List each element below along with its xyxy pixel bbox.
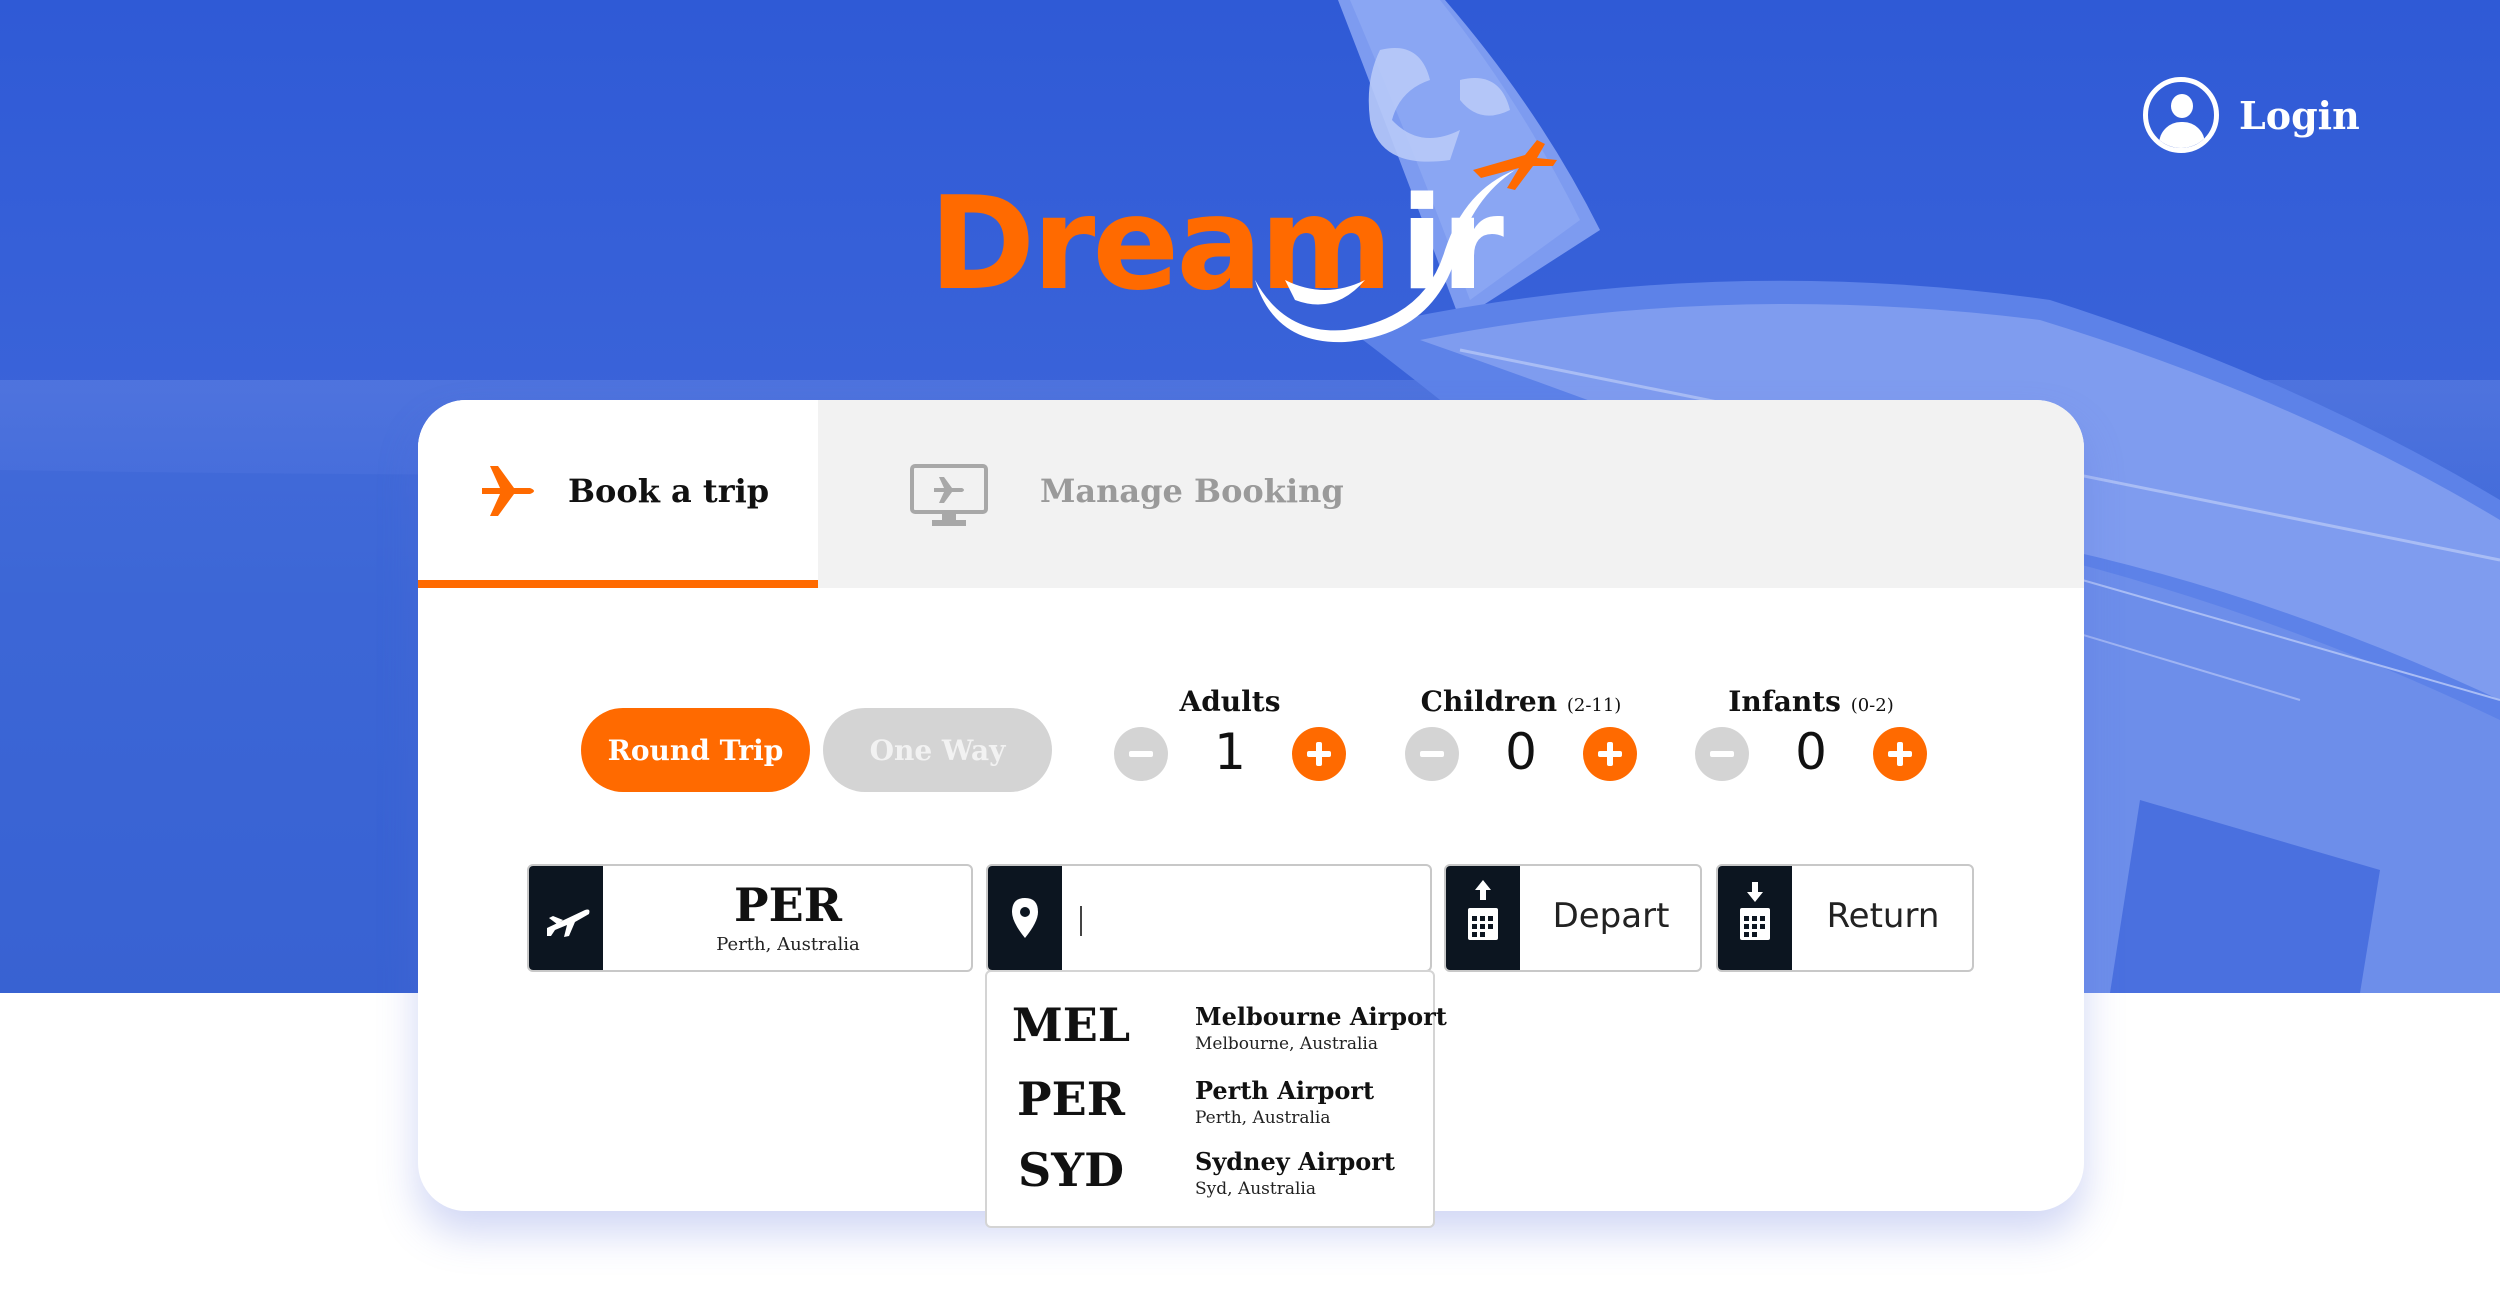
return-label: Return (1826, 896, 1940, 936)
return-icon-box (1718, 866, 1792, 970)
destination-field[interactable] (986, 864, 1432, 972)
origin-field[interactable]: PER Perth, Australia (527, 864, 973, 972)
tab-book-a-trip[interactable]: Book a trip (418, 400, 818, 588)
suggestion-code: MEL (1011, 998, 1131, 1052)
airport-suggestions-dropdown: MEL Melbourne Airport Melbourne, Austral… (985, 970, 1447, 1228)
tab-book-a-trip-label: Book a trip (568, 472, 770, 510)
one-way-button[interactable]: One Way (823, 708, 1052, 792)
suggestion-name: Sydney Airport (1195, 1147, 1395, 1176)
destination-input[interactable] (1078, 896, 1418, 940)
origin-code: PER (734, 878, 842, 932)
airplane-icon (482, 466, 534, 516)
tab-manage-booking-label: Manage Booking (1040, 472, 1344, 510)
infants-increment-button[interactable] (1873, 727, 1927, 781)
children-stepper: Children (2-11) 0 (1405, 685, 1665, 805)
suggestion-location: Perth, Australia (1195, 1108, 1331, 1128)
logo-text-air: ir (1400, 170, 1504, 319)
active-tab-indicator (418, 580, 818, 588)
infants-label: Infants (0-2) (1728, 685, 1894, 718)
children-count: 0 (1505, 723, 1537, 781)
infants-stepper: Infants (0-2) 0 (1695, 685, 1955, 805)
origin-city: Perth, Australia (716, 934, 860, 955)
calendar-return-icon (1740, 882, 1770, 940)
suggestion-item[interactable]: MEL Melbourne Airport Melbourne, Austral… (987, 998, 1447, 1070)
suggestion-code: SYD (1018, 1143, 1124, 1197)
destination-icon-box (988, 866, 1062, 970)
round-trip-button[interactable]: Round Trip (581, 708, 810, 792)
suggestion-name: Melbourne Airport (1195, 1002, 1447, 1031)
depart-label: Depart (1552, 896, 1670, 936)
adults-stepper: Adults 1 (1114, 685, 1374, 805)
suggestion-code: PER (1017, 1072, 1125, 1126)
return-date-field[interactable]: Return (1716, 864, 1974, 972)
text-cursor (1080, 906, 1082, 936)
login-button[interactable]: Login (2143, 76, 2360, 154)
children-label: Children (2-11) (1420, 685, 1622, 718)
adults-label: Adults (1179, 685, 1281, 718)
adults-count: 1 (1214, 723, 1246, 781)
origin-icon-box (529, 866, 603, 970)
calendar-depart-icon (1468, 880, 1498, 940)
depart-date-field[interactable]: Depart (1444, 864, 1702, 972)
user-circle-icon (2143, 77, 2219, 153)
monitor-plane-icon (910, 464, 988, 526)
dreamair-logo: Dream ir (925, 130, 1575, 350)
login-label: Login (2239, 92, 2360, 138)
adults-decrement-button[interactable] (1114, 727, 1168, 781)
suggestion-name: Perth Airport (1195, 1076, 1375, 1105)
children-increment-button[interactable] (1583, 727, 1637, 781)
tab-manage-booking[interactable]: Manage Booking (818, 400, 1418, 588)
suggestion-location: Syd, Australia (1195, 1179, 1316, 1199)
adults-increment-button[interactable] (1292, 727, 1346, 781)
suggestion-location: Melbourne, Australia (1195, 1034, 1378, 1054)
children-decrement-button[interactable] (1405, 727, 1459, 781)
plane-takeoff-icon (547, 909, 590, 937)
suggestion-item[interactable]: SYD Sydney Airport Syd, Australia (987, 1143, 1433, 1215)
infants-decrement-button[interactable] (1695, 727, 1749, 781)
map-pin-icon (1012, 898, 1038, 938)
depart-icon-box (1446, 866, 1520, 970)
booking-tabs: Book a trip Manage Booking (418, 400, 2084, 588)
suggestion-item[interactable]: PER Perth Airport Perth, Australia (987, 1072, 1433, 1144)
infants-count: 0 (1795, 723, 1827, 781)
